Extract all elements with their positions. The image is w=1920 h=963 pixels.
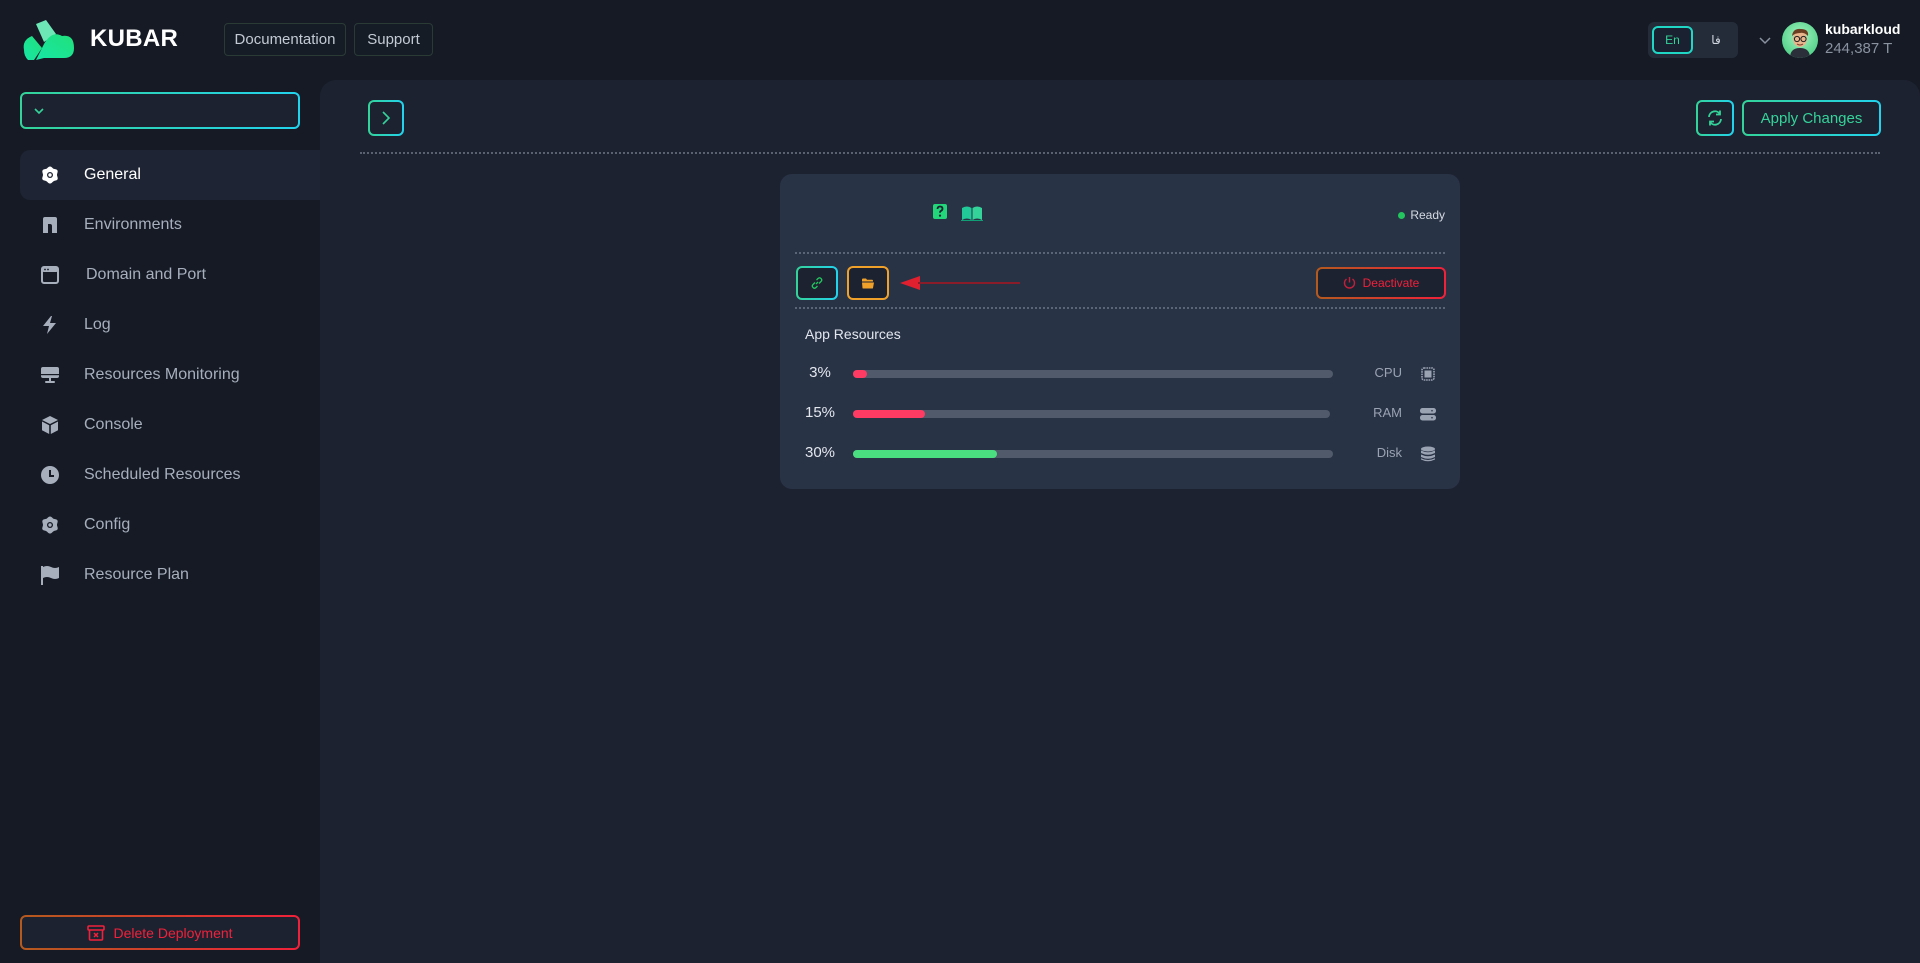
resource-label: CPU xyxy=(1374,365,1402,380)
chevron-right-icon xyxy=(382,111,391,125)
resource-progress-track xyxy=(853,450,1333,458)
sidebar-item-domain-and-port[interactable]: Domain and Port xyxy=(20,250,320,300)
power-icon xyxy=(1343,277,1355,289)
resource-percent: 3% xyxy=(809,364,831,381)
status-dot-icon xyxy=(1398,211,1406,219)
delete-deployment-button[interactable]: Delete Deployment xyxy=(20,915,300,950)
gear-icon xyxy=(42,166,58,184)
environment-icon xyxy=(43,217,57,233)
sidebar-item-label: General xyxy=(84,166,141,183)
resource-label: Disk xyxy=(1376,445,1402,460)
help-icon[interactable] xyxy=(933,204,947,219)
sidebar-item-label: Resource Plan xyxy=(84,566,189,583)
bolt-icon xyxy=(43,316,56,334)
status-badge: Ready xyxy=(1398,208,1445,222)
resource-progress-fill xyxy=(853,410,925,418)
chevron-down-icon xyxy=(34,108,44,115)
sidebar-item-label: Domain and Port xyxy=(86,266,207,283)
flag-icon xyxy=(41,566,59,585)
resource-row-disk: 30% Disk xyxy=(780,442,1460,466)
sidebar-item-label: Resources Monitoring xyxy=(84,366,240,383)
database-icon xyxy=(1421,446,1435,462)
server-icon xyxy=(1420,408,1436,421)
open-link-button[interactable] xyxy=(796,266,838,300)
user-name: kubarkloud xyxy=(1825,21,1901,37)
sidebar-item-resources-monitoring[interactable]: Resources Monitoring xyxy=(20,350,320,400)
deactivate-label: Deactivate xyxy=(1362,276,1420,290)
resource-progress-track xyxy=(853,410,1330,418)
deployment-card: Ready Deactivate App Resources 3% CPU 15… xyxy=(780,174,1460,489)
refresh-button[interactable] xyxy=(1696,100,1734,136)
resource-progress-track xyxy=(853,370,1333,378)
folder-open-icon xyxy=(862,278,874,288)
language-option-en[interactable]: En xyxy=(1652,26,1693,54)
delete-deployment-label: Delete Deployment xyxy=(113,924,233,941)
language-option-fa[interactable]: فا xyxy=(1698,26,1734,54)
sidebar-item-resource-plan[interactable]: Resource Plan xyxy=(20,550,320,600)
file-manager-button[interactable] xyxy=(847,266,889,300)
language-switcher: En فا xyxy=(1648,22,1738,58)
expand-sidebar-button[interactable] xyxy=(368,100,404,136)
browser-window-icon xyxy=(41,266,59,284)
monitor-icon xyxy=(41,367,59,383)
user-balance: 244,387 T xyxy=(1825,40,1893,57)
gear-icon xyxy=(42,516,58,534)
resource-label: RAM xyxy=(1373,405,1402,420)
kubar-logo-icon[interactable] xyxy=(22,20,76,60)
sidebar-item-label: Console xyxy=(84,416,143,433)
sidebar-item-log[interactable]: Log xyxy=(20,300,320,350)
avatar[interactable] xyxy=(1782,22,1818,58)
sidebar-item-label: Config xyxy=(84,516,131,533)
refresh-icon xyxy=(1708,110,1722,126)
resource-row-ram: 15% RAM xyxy=(780,402,1460,426)
documentation-button[interactable]: Documentation xyxy=(224,23,346,56)
sidebar-item-console[interactable]: Console xyxy=(20,400,320,450)
avatar-image-icon xyxy=(1790,28,1810,58)
resource-percent: 15% xyxy=(804,404,836,421)
sidebar-item-general[interactable]: General xyxy=(20,150,320,200)
sidebar-item-label: Log xyxy=(84,316,111,333)
card-divider xyxy=(795,307,1445,309)
clock-icon xyxy=(41,466,59,484)
sidebar-item-label: Scheduled Resources xyxy=(84,466,241,483)
sidebar-item-environments[interactable]: Environments xyxy=(20,200,320,250)
apply-changes-button[interactable]: Apply Changes xyxy=(1742,100,1881,136)
archive-x-icon xyxy=(87,924,106,941)
app-resources-title: App Resources xyxy=(805,326,901,342)
book-icon[interactable] xyxy=(961,205,983,221)
cube-icon xyxy=(42,416,58,434)
top-header: KUBAR Documentation Support En فا kubark… xyxy=(0,0,1920,80)
resource-percent: 30% xyxy=(804,444,836,461)
toolbar-divider xyxy=(360,152,1880,154)
sidebar-item-scheduled-resources[interactable]: Scheduled Resources xyxy=(20,450,320,500)
sidebar-item-label: Environments xyxy=(84,216,182,233)
deactivate-button[interactable]: Deactivate xyxy=(1316,267,1446,299)
card-divider xyxy=(795,252,1445,254)
resource-progress-fill xyxy=(853,450,997,458)
arrow-left-annotation-icon xyxy=(900,276,1020,290)
resource-progress-fill xyxy=(853,370,868,378)
link-icon xyxy=(811,277,823,289)
main-panel: Apply Changes Ready Deactivate App Resou… xyxy=(320,80,1920,963)
chevron-down-icon[interactable] xyxy=(1758,33,1772,47)
cpu-icon xyxy=(1421,367,1435,381)
resource-row-cpu: 3% CPU xyxy=(780,362,1460,386)
status-text: Ready xyxy=(1410,208,1445,222)
support-button[interactable]: Support xyxy=(354,23,433,56)
sidebar-item-config[interactable]: Config xyxy=(20,500,320,550)
brand-name: KUBAR xyxy=(90,25,179,52)
deployment-select[interactable] xyxy=(20,92,300,129)
sidebar-nav: General Environments Domain and Port Log… xyxy=(20,150,320,600)
